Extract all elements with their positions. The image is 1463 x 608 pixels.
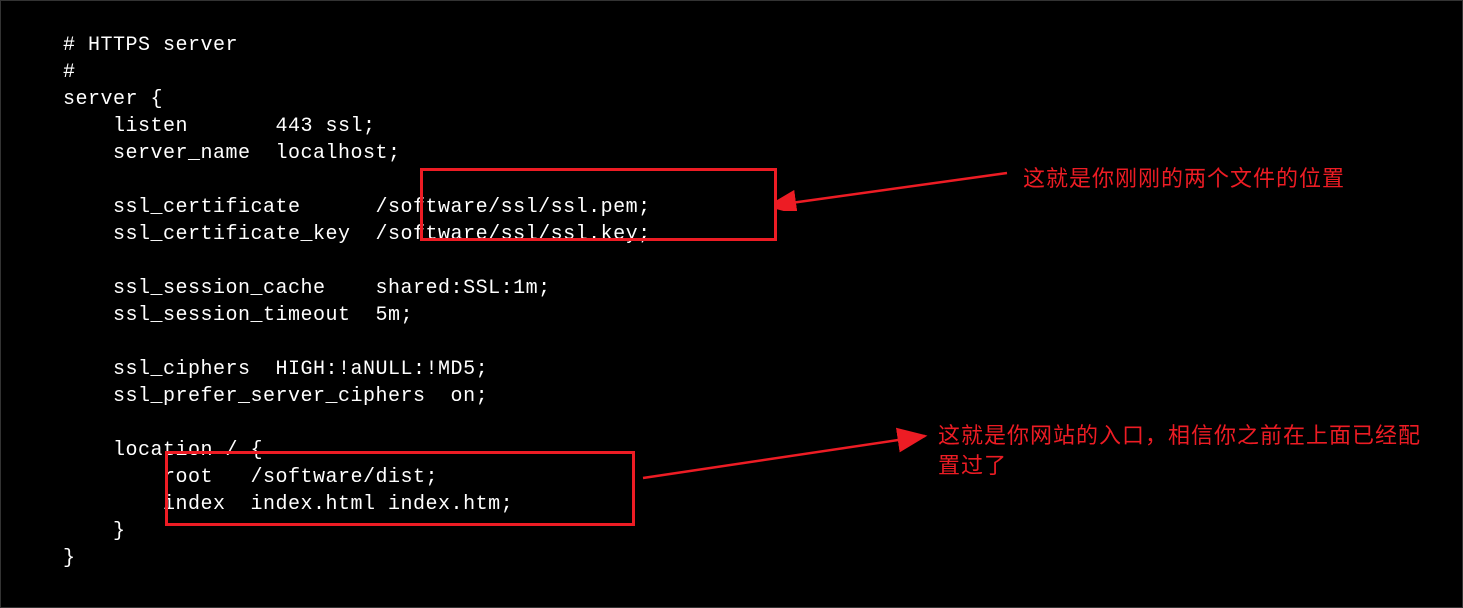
code-line: ssl_certificate_key /software/ssl/ssl.ke… (63, 223, 651, 246)
code-line: listen 443 ssl; (63, 115, 376, 138)
code-line: root /software/dist; (63, 466, 438, 489)
code-line: ssl_prefer_server_ciphers on; (63, 385, 488, 408)
code-line: ssl_ciphers HIGH:!aNULL:!MD5; (63, 358, 488, 381)
code-line: ssl_session_timeout 5m; (63, 304, 413, 327)
config-code-block: # HTTPS server # server { listen 443 ssl… (1, 1, 1462, 572)
code-line: } (63, 520, 126, 543)
code-line: server_name localhost; (63, 142, 401, 165)
annotation-ssl-files: 这就是你刚刚的两个文件的位置 (1023, 164, 1345, 194)
code-line: ssl_certificate /software/ssl/ssl.pem; (63, 196, 651, 219)
code-line: } (63, 547, 76, 570)
code-line: index index.html index.htm; (63, 493, 513, 516)
code-line: server { (63, 88, 163, 111)
code-line: location / { (63, 439, 263, 462)
code-line: # (63, 61, 76, 84)
annotation-website-entry: 这就是你网站的入口，相信你之前在上面已经配置过了 (938, 421, 1428, 481)
code-line: # HTTPS server (63, 34, 238, 57)
code-line: ssl_session_cache shared:SSL:1m; (63, 277, 551, 300)
